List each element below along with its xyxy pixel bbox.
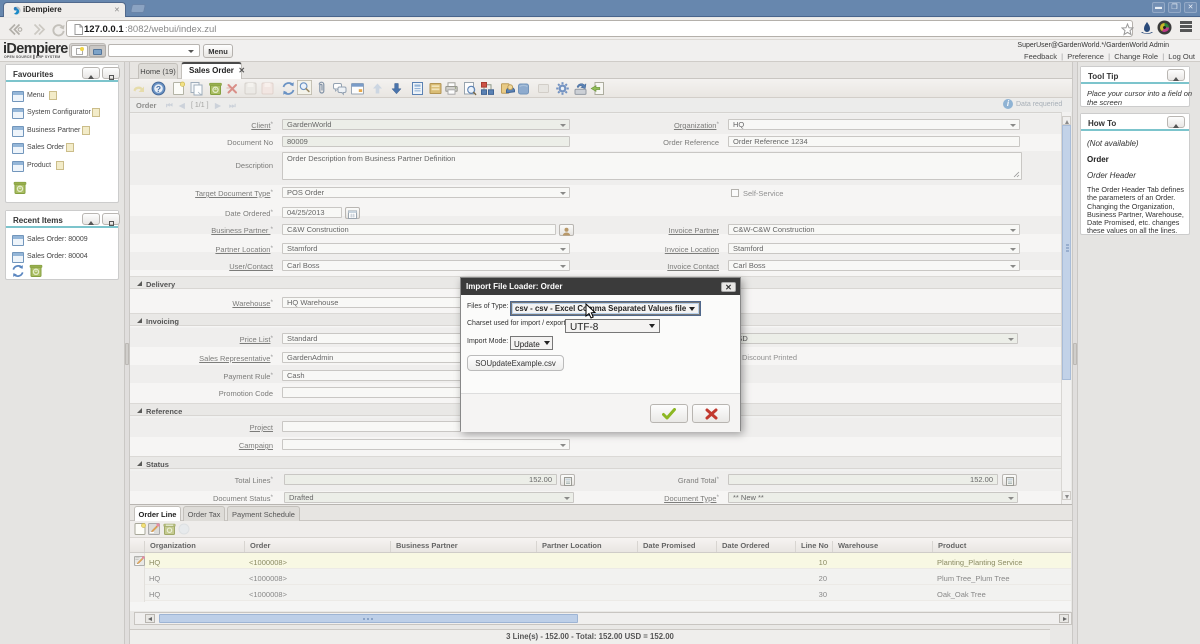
- svg-text:?: ?: [156, 84, 161, 94]
